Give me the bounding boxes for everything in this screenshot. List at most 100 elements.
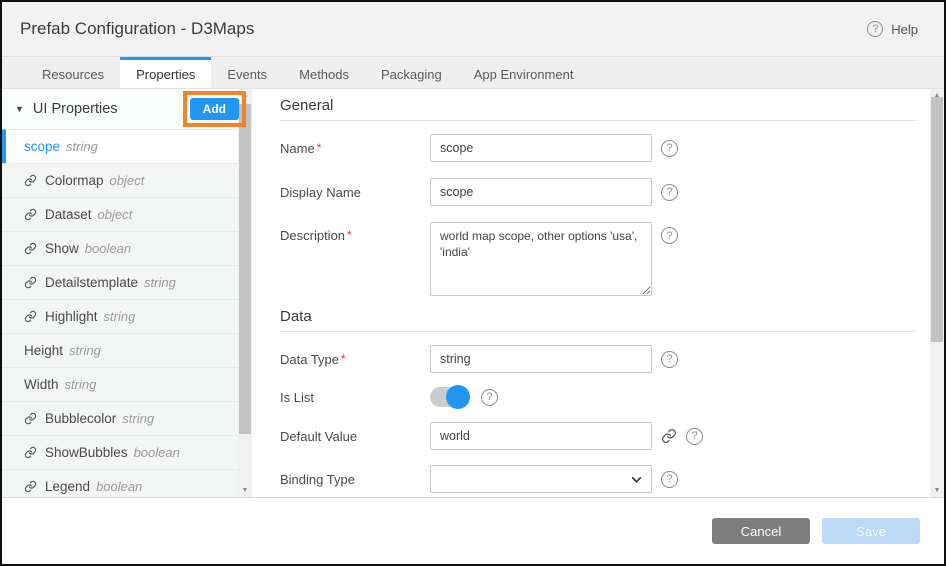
data-type-label: Data Type*: [280, 352, 430, 367]
link-icon: [24, 242, 37, 255]
name-input[interactable]: [430, 134, 652, 162]
description-field-row: Description* world map scope, other opti…: [280, 222, 916, 296]
description-textarea[interactable]: world map scope, other options 'usa', 'i…: [430, 222, 652, 296]
link-icon: [24, 480, 37, 493]
dialog-footer: Cancel Save: [2, 497, 944, 564]
help-icon[interactable]: ?: [661, 351, 678, 368]
property-type: string: [104, 309, 136, 324]
property-type: string: [66, 139, 98, 154]
binding-type-select[interactable]: [430, 465, 652, 493]
dialog-header: Prefab Configuration - D3Maps ? Help: [2, 2, 944, 57]
property-name: Dataset: [45, 207, 92, 222]
property-name: scope: [24, 139, 60, 154]
sidebar-scrollbar-thumb[interactable]: [239, 104, 251, 434]
link-icon: [24, 276, 37, 289]
property-name: Legend: [45, 479, 90, 494]
help-icon[interactable]: ?: [481, 389, 498, 406]
property-item-colormap[interactable]: Colormap object: [2, 163, 238, 197]
add-button[interactable]: Add: [190, 98, 239, 120]
link-icon: [24, 412, 37, 425]
page-title: Prefab Configuration - D3Maps: [20, 19, 254, 39]
display-name-label: Display Name: [280, 185, 430, 200]
scroll-down-icon[interactable]: ▼: [930, 487, 944, 494]
property-list: scope string Colormap object Dataset obj…: [2, 129, 238, 497]
property-type: boolean: [134, 445, 180, 460]
save-button[interactable]: Save: [822, 518, 920, 544]
tab-packaging[interactable]: Packaging: [365, 57, 458, 88]
binding-type-field-row: Binding Type ?: [280, 465, 916, 493]
property-item-scope[interactable]: scope string: [2, 129, 238, 163]
help-icon[interactable]: ?: [661, 227, 678, 244]
help-icon: ?: [867, 21, 883, 37]
description-label: Description*: [280, 222, 430, 243]
help-icon[interactable]: ?: [686, 428, 703, 445]
help-icon[interactable]: ?: [661, 471, 678, 488]
add-button-highlight: Add: [183, 91, 246, 127]
bind-link-icon[interactable]: [661, 428, 677, 444]
ui-properties-label: UI Properties: [33, 101, 183, 117]
data-section-heading: Data: [280, 308, 916, 332]
main-scrollbar-thumb[interactable]: [931, 97, 943, 342]
data-type-input[interactable]: [430, 345, 652, 373]
chevron-down-icon[interactable]: ▼: [15, 104, 24, 114]
property-type: object: [110, 173, 145, 188]
default-value-input[interactable]: [430, 422, 652, 450]
link-icon: [24, 174, 37, 187]
property-type: boolean: [96, 479, 142, 494]
property-type: string: [69, 343, 101, 358]
display-name-input[interactable]: [430, 178, 652, 206]
property-name: Show: [45, 241, 79, 256]
help-label: Help: [891, 22, 918, 37]
property-item-detailstemplate[interactable]: Detailstemplate string: [2, 265, 238, 299]
help-button[interactable]: ? Help: [867, 21, 918, 37]
tab-methods[interactable]: Methods: [283, 57, 365, 88]
property-item-showbubbles[interactable]: ShowBubbles boolean: [2, 435, 238, 469]
tab-resources[interactable]: Resources: [26, 57, 120, 88]
property-item-width[interactable]: Width string: [2, 367, 238, 401]
property-type: string: [122, 411, 154, 426]
property-name: Bubblecolor: [45, 411, 116, 426]
tab-app-environment[interactable]: App Environment: [458, 57, 590, 88]
dialog-body: ▼ UI Properties Add scope string Colorma…: [2, 89, 944, 497]
help-icon[interactable]: ?: [661, 184, 678, 201]
property-item-show[interactable]: Show boolean: [2, 231, 238, 265]
sidebar-scrollbar[interactable]: ▲ ▼: [238, 89, 252, 497]
chevron-down-icon: [630, 473, 643, 486]
name-label: Name*: [280, 141, 430, 156]
name-field-row: Name* ?: [280, 134, 916, 162]
property-item-bubblecolor[interactable]: Bubblecolor string: [2, 401, 238, 435]
required-marker: *: [347, 228, 352, 242]
main-scrollbar[interactable]: ▲ ▼: [930, 89, 944, 497]
general-section-heading: General: [280, 97, 916, 121]
property-form: General Name* ? Display Name ? Descripti…: [252, 89, 930, 497]
scroll-down-icon[interactable]: ▼: [238, 487, 252, 494]
property-item-dataset[interactable]: Dataset object: [2, 197, 238, 231]
default-value-field-row: Default Value ?: [280, 422, 916, 450]
property-item-highlight[interactable]: Highlight string: [2, 299, 238, 333]
tab-events[interactable]: Events: [211, 57, 283, 88]
is-list-toggle[interactable]: [430, 387, 468, 407]
property-type: string: [65, 377, 97, 392]
property-item-height[interactable]: Height string: [2, 333, 238, 367]
tab-bar: Resources Properties Events Methods Pack…: [2, 57, 944, 89]
ui-properties-header: ▼ UI Properties Add: [2, 89, 238, 129]
tab-properties[interactable]: Properties: [120, 57, 211, 88]
is-list-label: Is List: [280, 390, 430, 405]
display-name-field-row: Display Name ?: [280, 178, 916, 206]
prefab-configuration-dialog: Prefab Configuration - D3Maps ? Help Res…: [0, 0, 946, 566]
property-type: boolean: [85, 241, 131, 256]
required-marker: *: [341, 352, 346, 366]
property-item-legend[interactable]: Legend boolean: [2, 469, 238, 497]
help-icon[interactable]: ?: [661, 140, 678, 157]
property-name: Colormap: [45, 173, 104, 188]
cancel-button[interactable]: Cancel: [712, 518, 810, 544]
property-name: Detailstemplate: [45, 275, 138, 290]
property-name: Width: [24, 377, 59, 392]
is-list-field-row: Is List ?: [280, 387, 916, 407]
property-type: string: [144, 275, 176, 290]
property-name: Highlight: [45, 309, 98, 324]
default-value-label: Default Value: [280, 429, 430, 444]
link-icon: [24, 446, 37, 459]
link-icon: [24, 208, 37, 221]
link-icon: [24, 310, 37, 323]
